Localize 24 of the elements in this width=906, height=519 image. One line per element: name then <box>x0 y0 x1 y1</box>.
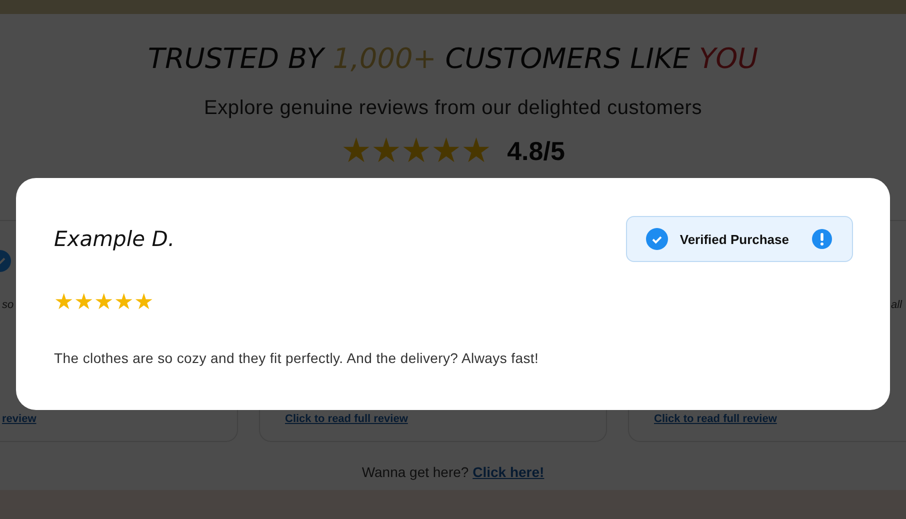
rating-score: 4.8/5 <box>507 136 565 166</box>
star-icon: ★ <box>54 290 74 314</box>
star-icon: ★ <box>341 134 372 168</box>
review-text: The clothes are so cozy and they fit perfectly. And the delivery? Always fast! <box>54 350 540 366</box>
subtitle: Explore genuine reviews from our delighted customers <box>202 97 704 120</box>
read-review-link[interactable]: Click to read full review <box>654 413 777 425</box>
reviewer-name: Example D. <box>54 227 175 251</box>
star-icon: ★ <box>431 134 462 168</box>
star-icon: ★ <box>74 290 94 314</box>
read-review-link[interactable]: review <box>2 413 36 425</box>
check-icon <box>646 228 668 250</box>
info-icon[interactable] <box>811 228 833 250</box>
star-icon: ★ <box>114 290 134 314</box>
review-snippet: all <box>891 299 902 311</box>
footer-text: Wanna get here? <box>362 464 469 480</box>
read-review-link[interactable]: Click to read full review <box>285 413 408 425</box>
star-icon: ★ <box>371 134 402 168</box>
star-icon: ★ <box>401 134 432 168</box>
click-here-link[interactable]: Click here! <box>472 464 544 480</box>
review-snippet: so <box>2 299 14 311</box>
star-icon: ★ <box>461 134 492 168</box>
badge-label: Verified Purchase <box>680 232 789 246</box>
star-icon: ★ <box>94 290 114 314</box>
star-icon: ★ <box>134 290 154 314</box>
